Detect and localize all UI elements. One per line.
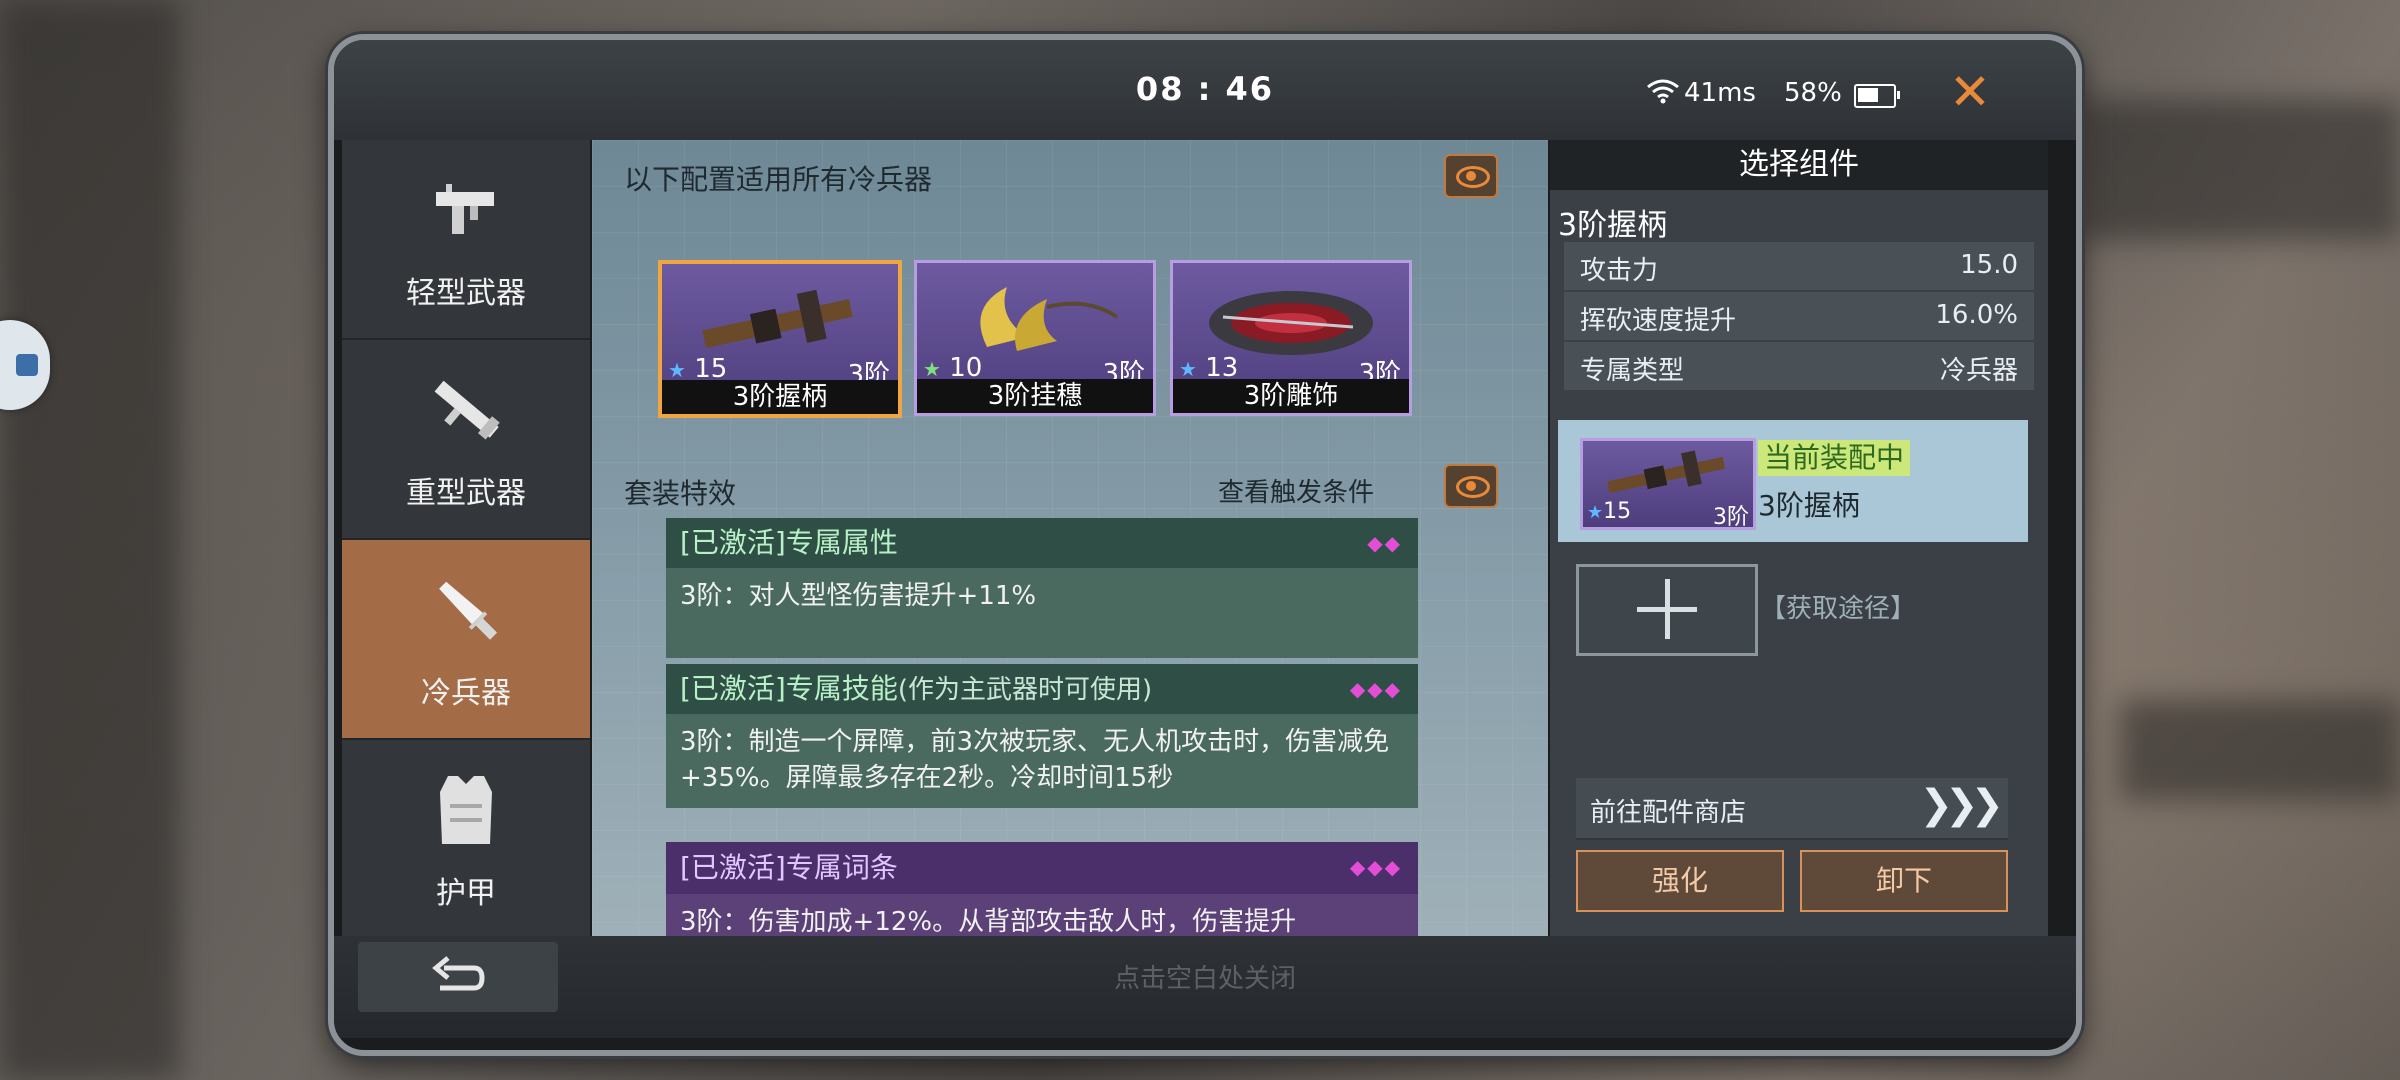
nav-item-light-weapons[interactable]: 轻型武器 — [342, 140, 590, 340]
stat-row: 挥砍速度提升 16.0% — [1564, 292, 2034, 342]
effect-exclusive-skill: [已激活]专属技能(作为主武器时可使用) ◆◆◆ 3阶：制造一个屏障，前3次被玩… — [666, 664, 1418, 808]
tap-to-close-hint[interactable]: 点击空白处关闭 — [334, 958, 2076, 995]
category-sidebar: 轻型武器 重型武器 冷兵器 护甲 — [342, 140, 590, 940]
grip-part-image — [1607, 450, 1726, 494]
config-title: 以下配置适用所有冷兵器 — [624, 163, 933, 196]
part-name: 3阶握柄 — [662, 380, 898, 414]
config-eye-button[interactable] — [1444, 154, 1498, 198]
battery-fill — [1858, 88, 1878, 102]
star-icon: ★ — [1179, 357, 1197, 381]
game-tablet-panel: 08 : 46 41ms 58% ✕ 轻型武器 重型武器 冷兵器 护甲 以下配置… — [328, 34, 2082, 1056]
stat-label: 攻击力 — [1580, 256, 1659, 286]
wifi-icon — [1647, 79, 1679, 104]
part-card-engraving[interactable]: ★ 13 3阶 3阶雕饰 — [1170, 260, 1412, 416]
close-icon[interactable]: ✕ — [1940, 62, 2000, 122]
nav-item-melee-weapons[interactable]: 冷兵器 — [342, 540, 590, 740]
go-to-parts-shop-button[interactable]: 前往配件商店 ❯❯❯ — [1576, 778, 2008, 840]
stat-value: 15.0 — [1960, 250, 2018, 280]
nav-label: 护甲 — [436, 876, 496, 911]
stat-label: 专属类型 — [1580, 356, 1685, 386]
app-icon — [16, 354, 38, 376]
tassel-part-image — [980, 287, 1119, 351]
effect-title: [已激活]专属词条 — [680, 851, 898, 884]
enhance-button[interactable]: 强化 — [1576, 850, 1784, 912]
ping-text: 41ms — [1684, 78, 1756, 108]
status-bar: 08 : 46 41ms 58% ✕ — [334, 40, 2076, 140]
shop-label: 前往配件商店 — [1590, 798, 1747, 828]
effect-title-note: (作为主武器时可使用) — [897, 675, 1153, 705]
equipped-thumbnail: ★15 3阶 — [1580, 438, 1756, 530]
panel-title: 选择组件 — [1550, 140, 2048, 190]
tier-label: 3阶 — [1713, 505, 1749, 530]
equipped-badge: 当前装配中 — [1758, 440, 1911, 476]
part-card-grip[interactable]: ★ 15 3阶 3阶握柄 — [658, 260, 902, 418]
battery-percent: 58% — [1784, 78, 1842, 108]
stat-value: 冷兵器 — [1939, 356, 2018, 386]
nav-label: 轻型武器 — [406, 276, 526, 311]
effect-text: 3阶：制造一个屏障，前3次被玩家、无人机攻击时，伤害减免+35%。屏障最多存在2… — [666, 714, 1418, 808]
equipped-item[interactable]: ★15 3阶 当前装配中 3阶握柄 — [1558, 420, 2028, 542]
battery-icon — [1854, 84, 1900, 108]
trigger-eye-button[interactable] — [1444, 464, 1498, 508]
nav-label: 冷兵器 — [421, 676, 511, 711]
effect-dots: ◆◆◆ — [1349, 677, 1402, 701]
component-select-panel: 选择组件 3阶握柄 攻击力 15.0 挥砍速度提升 16.0% 专属类型 冷兵器 — [1550, 140, 2048, 936]
engraving-part-image — [1209, 291, 1373, 355]
stat-value: 16.0% — [1935, 300, 2018, 330]
stat-label: 挥砍速度提升 — [1580, 306, 1737, 336]
star-count: 15 — [1603, 499, 1632, 524]
add-component-button[interactable] — [1576, 564, 1758, 656]
view-trigger-conditions-label[interactable]: 查看触发条件 — [1218, 472, 1374, 509]
star-icon: ★ — [1587, 502, 1604, 523]
effect-dots: ◆◆◆ — [1349, 855, 1402, 879]
part-card-tassel[interactable]: ★ 10 3阶 3阶挂穗 — [914, 260, 1156, 416]
get-path-link[interactable]: 【获取途径】 — [1760, 588, 1916, 625]
effect-dots: ◆◆ — [1367, 531, 1402, 555]
chevron-right-icon: ❯❯❯ — [1919, 782, 2003, 828]
knife-icon — [439, 581, 498, 640]
stat-row: 专属类型 冷兵器 — [1564, 342, 2034, 392]
unequip-button[interactable]: 卸下 — [1800, 850, 2008, 912]
star-icon: ★ — [923, 357, 941, 381]
nav-label: 重型武器 — [406, 476, 526, 511]
effect-text: 3阶：对人型怪伤害提升+11% — [666, 568, 1418, 658]
effect-exclusive-entry: [已激活]专属词条 ◆◆◆ 3阶：伤害加成+12%。从背部攻击敌人时，伤害提升 — [666, 842, 1418, 936]
armor-vest-icon — [440, 776, 492, 844]
nav-item-armor[interactable]: 护甲 — [342, 740, 590, 940]
grip-part-image — [702, 289, 853, 348]
set-effects-title: 套装特效 — [624, 477, 737, 510]
effect-title: [已激活]专属技能 — [680, 672, 898, 705]
selected-part-name: 3阶握柄 — [1558, 208, 1668, 243]
stat-row: 攻击力 15.0 — [1564, 242, 2034, 292]
star-icon: ★ — [668, 358, 686, 382]
rocket-launcher-icon — [434, 380, 500, 440]
smg-icon — [436, 184, 494, 234]
nav-item-heavy-weapons[interactable]: 重型武器 — [342, 340, 590, 540]
part-name: 3阶雕饰 — [1173, 379, 1409, 413]
main-content: 以下配置适用所有冷兵器 ★ 15 3阶 3阶握柄 ★ 10 3阶 3阶挂穗 ★ … — [592, 140, 1548, 936]
effect-exclusive-attribute: [已激活]专属属性 ◆◆ 3阶：对人型怪伤害提升+11% — [666, 518, 1418, 658]
effect-title: [已激活]专属属性 — [680, 526, 898, 559]
part-name: 3阶挂穗 — [917, 379, 1153, 413]
footer-bar: 点击空白处关闭 — [334, 936, 2076, 1038]
equipped-name: 3阶握柄 — [1758, 489, 1860, 522]
effect-text: 3阶：伤害加成+12%。从背部攻击敌人时，伤害提升 — [666, 894, 1418, 936]
